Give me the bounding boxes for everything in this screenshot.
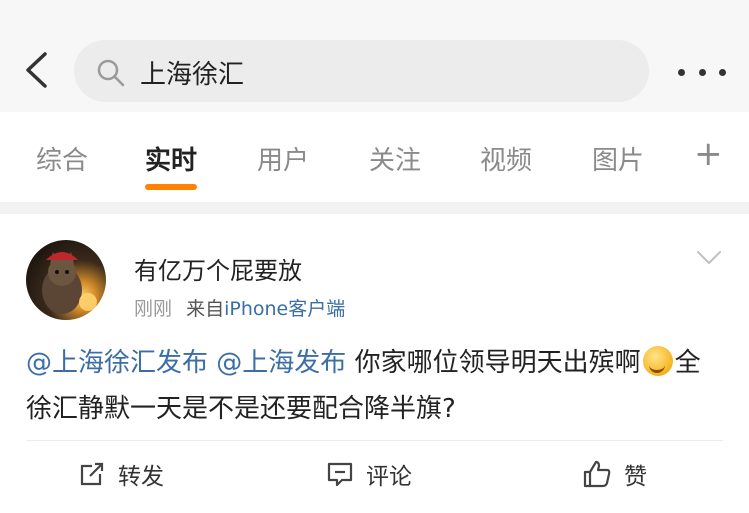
mention-link[interactable]: @上海发布 [216, 348, 346, 378]
tab-users[interactable]: 用户 [257, 140, 309, 177]
repost-icon [80, 462, 104, 486]
post-meta: 刚刚 来自iPhone客户端 [134, 294, 345, 321]
post-card: 有亿万个屁要放 刚刚 来自iPhone客户端 @上海徐汇发布 @上海发布 你家哪… [0, 214, 749, 513]
tab-realtime[interactable]: 实时 [145, 140, 197, 177]
tab-bar: 综合 实时 用户 关注 视频 图片 + [0, 112, 749, 202]
like-button[interactable]: 赞 [582, 458, 647, 490]
search-input[interactable]: 上海徐汇 [74, 40, 649, 102]
like-label: 赞 [624, 464, 647, 490]
comment-button[interactable]: 评论 [326, 458, 412, 490]
repost-label: 转发 [118, 464, 164, 490]
search-icon [97, 59, 125, 87]
repost-button[interactable]: 转发 [78, 458, 164, 490]
top-bar: 上海徐汇 [0, 0, 749, 112]
tab-images[interactable]: 图片 [592, 140, 644, 177]
post-username[interactable]: 有亿万个屁要放 [134, 251, 302, 286]
chevron-down-icon[interactable] [696, 250, 722, 266]
search-query: 上海徐汇 [140, 60, 245, 90]
comment-icon [327, 462, 353, 487]
thumbs-up-icon [583, 460, 611, 488]
comment-label: 评论 [366, 464, 412, 490]
tab-comprehensive[interactable]: 综合 [36, 140, 88, 177]
post-text: 你家哪位领导明天出殡啊 [354, 348, 641, 378]
post-time: 刚刚 [134, 298, 173, 320]
actions-divider [26, 440, 723, 441]
mention-link[interactable]: @上海徐汇发布 [26, 348, 208, 378]
cat-avatar-image [42, 252, 97, 314]
avatar[interactable] [26, 240, 106, 320]
more-dots-icon [678, 68, 685, 76]
more-button[interactable] [672, 60, 732, 84]
chevron-left-icon [26, 52, 47, 88]
grin-emoji-icon [642, 346, 673, 376]
add-tab-button[interactable]: + [694, 134, 723, 174]
back-button[interactable] [16, 48, 56, 92]
post-source-prefix: 来自 [186, 298, 225, 320]
tab-following[interactable]: 关注 [369, 140, 421, 177]
divider [0, 202, 749, 214]
tab-videos[interactable]: 视频 [480, 140, 532, 177]
active-tab-indicator [145, 184, 197, 190]
post-content: @上海徐汇发布 @上海发布 你家哪位领导明天出殡啊 全徐汇静默一天是不是还要配合降… [26, 340, 726, 432]
post-device: iPhone客户端 [224, 298, 346, 320]
